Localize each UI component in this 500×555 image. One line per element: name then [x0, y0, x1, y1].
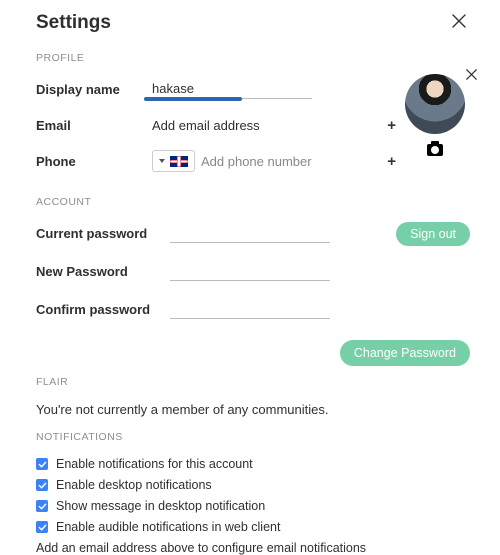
- camera-icon[interactable]: [427, 144, 443, 156]
- confirm-password-label: Confirm password: [36, 302, 170, 317]
- display-name-input[interactable]: [152, 79, 312, 99]
- avatar[interactable]: [405, 74, 465, 134]
- notification-checkbox[interactable]: [36, 458, 48, 470]
- avatar-remove-icon[interactable]: [466, 68, 477, 83]
- caret-down-icon: [159, 159, 165, 163]
- display-name-label: Display name: [36, 82, 152, 97]
- notification-label: Enable desktop notifications: [56, 478, 212, 492]
- notification-label: Enable audible notifications in web clie…: [56, 520, 280, 534]
- new-password-input[interactable]: [170, 261, 330, 281]
- change-password-button[interactable]: Change Password: [340, 340, 470, 366]
- notifications-footer-text: Add an email address above to configure …: [36, 541, 470, 555]
- add-email-link[interactable]: Add email address: [152, 118, 375, 133]
- new-password-label: New Password: [36, 264, 170, 279]
- current-password-input[interactable]: [170, 223, 330, 243]
- current-password-label: Current password: [36, 226, 170, 241]
- display-name-underline: [144, 97, 242, 101]
- close-icon[interactable]: [448, 10, 470, 36]
- notification-label: Enable notifications for this account: [56, 457, 253, 471]
- notification-item: Show message in desktop notification: [36, 499, 470, 513]
- confirm-password-input[interactable]: [170, 299, 330, 319]
- flair-section-heading: FLAIR: [36, 376, 470, 388]
- flair-text: You're not currently a member of any com…: [36, 402, 470, 417]
- notification-checkbox[interactable]: [36, 521, 48, 533]
- profile-section-heading: PROFILE: [36, 52, 470, 64]
- notification-item: Enable audible notifications in web clie…: [36, 520, 470, 534]
- email-label: Email: [36, 118, 152, 133]
- phone-input[interactable]: [201, 154, 375, 169]
- settings-title: Settings: [36, 12, 111, 34]
- sign-out-button[interactable]: Sign out: [396, 222, 470, 246]
- notification-item: Enable desktop notifications: [36, 478, 470, 492]
- add-email-plus-icon[interactable]: +: [383, 117, 400, 134]
- phone-label: Phone: [36, 154, 152, 169]
- notification-checkbox[interactable]: [36, 479, 48, 491]
- notification-item: Enable notifications for this account: [36, 457, 470, 471]
- notifications-section-heading: NOTIFICATIONS: [36, 431, 470, 443]
- account-section-heading: ACCOUNT: [36, 196, 470, 208]
- notification-checkbox[interactable]: [36, 500, 48, 512]
- phone-country-selector[interactable]: [152, 150, 195, 172]
- add-phone-plus-icon[interactable]: +: [383, 153, 400, 170]
- flag-gb-icon: [170, 156, 188, 167]
- notification-label: Show message in desktop notification: [56, 499, 265, 513]
